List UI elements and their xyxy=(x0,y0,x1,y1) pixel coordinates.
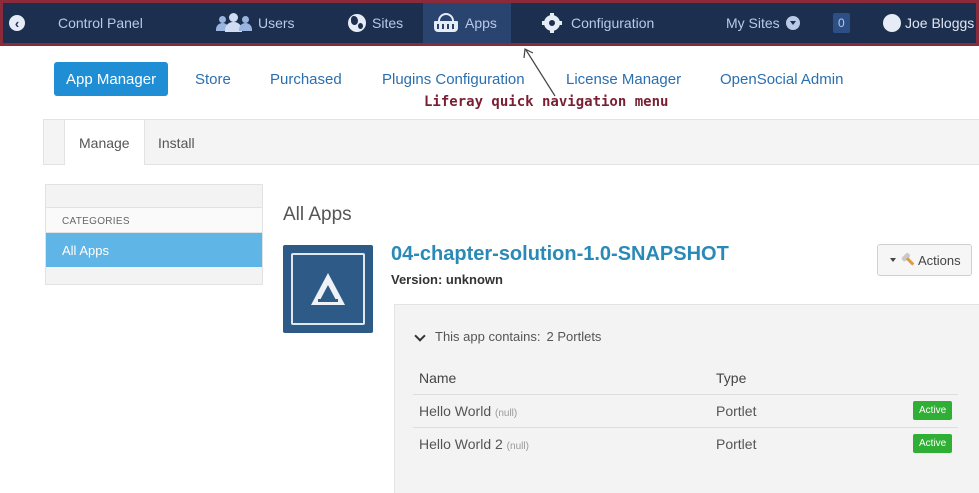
tab-license-manager[interactable]: License Manager xyxy=(566,62,681,96)
categories-sidebar: CATEGORIES All Apps xyxy=(45,184,263,285)
app-icon[interactable] xyxy=(283,245,373,333)
categories-heading: CATEGORIES xyxy=(46,207,262,233)
apps-label: Apps xyxy=(465,15,497,31)
app-manager-nav: App Manager Store Purchased Plugins Conf… xyxy=(0,56,979,96)
portlet-name: Hello World 2 (null) xyxy=(419,436,529,452)
users-icon xyxy=(216,13,252,33)
manage-install-bar: Manage Install xyxy=(43,119,979,165)
portlet-note: (null) xyxy=(506,441,529,452)
tab-store[interactable]: Store xyxy=(195,62,231,96)
configuration-menu[interactable]: Configuration xyxy=(542,3,655,43)
avatar xyxy=(883,14,901,32)
gear-icon xyxy=(542,13,562,33)
tab-opensocial-admin[interactable]: OpenSocial Admin xyxy=(720,62,843,96)
globe-icon xyxy=(348,14,366,32)
app-name-link[interactable]: 04-chapter-solution-1.0-SNAPSHOT xyxy=(391,243,729,266)
status-badge: Active xyxy=(913,401,953,420)
wrench-icon xyxy=(900,252,917,269)
chevron-left-icon: ‹ xyxy=(9,15,25,31)
column-type: Type xyxy=(716,370,747,386)
sites-menu[interactable]: Sites xyxy=(348,3,403,43)
my-sites-label: My Sites xyxy=(726,15,780,31)
chevron-down-icon xyxy=(785,16,800,30)
user-name: Joe Bloggs xyxy=(905,15,975,31)
actions-label: Actions xyxy=(918,252,961,268)
sites-label: Sites xyxy=(372,15,404,31)
page-title: All Apps xyxy=(283,204,352,225)
my-sites-menu[interactable]: My Sites xyxy=(726,3,800,43)
portlet-type: Portlet xyxy=(716,436,757,452)
portlet-name: Hello World (null) xyxy=(419,403,518,419)
contains-label: This app contains: xyxy=(435,329,541,344)
category-all-apps[interactable]: All Apps xyxy=(46,233,262,267)
back-button[interactable]: ‹ xyxy=(9,3,25,43)
caret-down-icon xyxy=(890,258,896,262)
users-menu[interactable]: Users xyxy=(216,3,295,43)
configuration-label: Configuration xyxy=(571,15,655,31)
actions-button[interactable]: Actions xyxy=(877,244,972,276)
portlets-table: Name Type Hello World (null) Portlet Act… xyxy=(413,364,958,460)
tab-plugins-configuration[interactable]: Plugins Configuration xyxy=(382,62,525,96)
tab-purchased[interactable]: Purchased xyxy=(270,62,342,96)
column-name: Name xyxy=(419,370,457,386)
liferay-logo-icon xyxy=(311,273,345,305)
notification-counter[interactable]: 0 xyxy=(833,3,850,43)
tab-install[interactable]: Install xyxy=(158,120,195,165)
table-row: Hello World 2 (null) Portlet Active xyxy=(413,427,958,460)
app-contents-panel: This app contains: 2 Portlets Name Type … xyxy=(394,304,979,493)
status-badge: Active xyxy=(913,434,953,453)
portlet-type: Portlet xyxy=(716,403,757,419)
users-label: Users xyxy=(258,15,295,31)
app-contents-toggle[interactable]: This app contains: 2 Portlets xyxy=(415,329,601,344)
annotation-label: Liferay quick navigation menu xyxy=(424,94,669,110)
user-menu[interactable]: Joe Bloggs xyxy=(883,3,974,43)
table-header: Name Type xyxy=(413,364,958,394)
basket-icon xyxy=(433,13,459,33)
control-panel-title[interactable]: Control Panel xyxy=(58,3,143,43)
contains-count: 2 Portlets xyxy=(546,329,602,344)
chevron-down-icon xyxy=(415,332,425,342)
app-version: Version: unknown xyxy=(391,272,503,287)
tab-app-manager[interactable]: App Manager xyxy=(54,62,169,96)
portlet-note: (null) xyxy=(495,408,518,419)
table-row: Hello World (null) Portlet Active xyxy=(413,394,958,427)
tab-manage[interactable]: Manage xyxy=(64,120,145,165)
notification-count: 0 xyxy=(833,13,850,33)
apps-menu[interactable]: Apps xyxy=(423,3,511,43)
dockbar: ‹ Control Panel Users Sites Apps Configu… xyxy=(0,0,979,46)
